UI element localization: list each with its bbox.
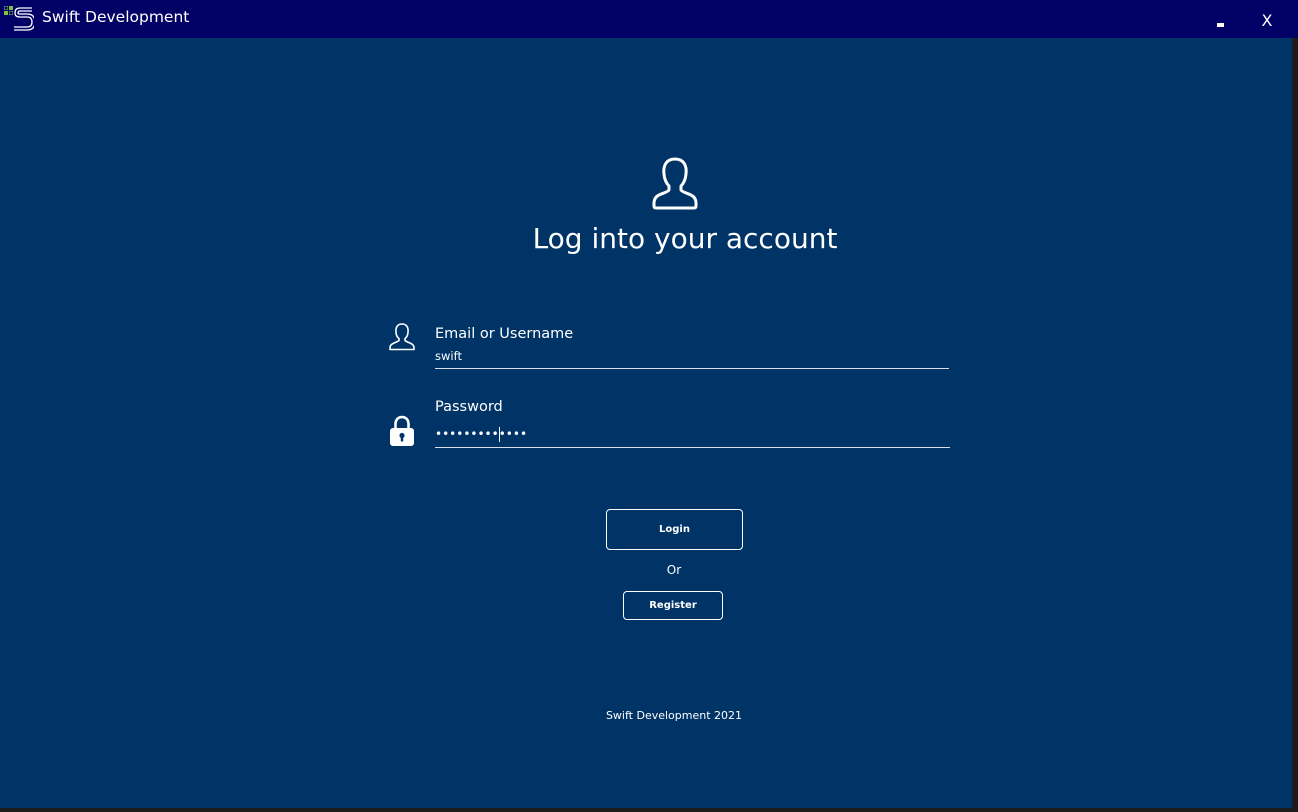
app-logo-icon: [4, 6, 34, 31]
account-icon: [652, 157, 698, 210]
window-edge: [0, 808, 1298, 812]
email-underline: [435, 368, 949, 369]
lock-icon: [390, 415, 414, 446]
close-icon: X: [1261, 11, 1273, 30]
user-icon: [389, 323, 415, 351]
minimize-button[interactable]: [1207, 9, 1233, 33]
email-label: Email or Username: [435, 326, 574, 342]
title-bar[interactable]: Swift Development X: [0, 0, 1292, 38]
window-title: Swift Development: [42, 8, 190, 26]
register-button[interactable]: Register: [623, 591, 723, 620]
page-title: Log into your account: [532, 222, 838, 255]
window-edge: [1292, 0, 1298, 38]
login-button[interactable]: Login: [606, 509, 743, 550]
text-cursor: [499, 427, 500, 442]
password-input[interactable]: [435, 424, 950, 444]
password-label: Password: [435, 399, 503, 415]
footer-copyright: Swift Development 2021: [605, 709, 743, 722]
email-input[interactable]: [435, 346, 949, 366]
or-separator: Or: [666, 563, 682, 577]
password-underline: [435, 447, 950, 448]
window-edge: [1292, 38, 1298, 812]
login-window: Swift Development X Log into your accoun…: [0, 0, 1292, 808]
close-button[interactable]: X: [1254, 9, 1280, 33]
minimize-icon: [1217, 23, 1224, 27]
